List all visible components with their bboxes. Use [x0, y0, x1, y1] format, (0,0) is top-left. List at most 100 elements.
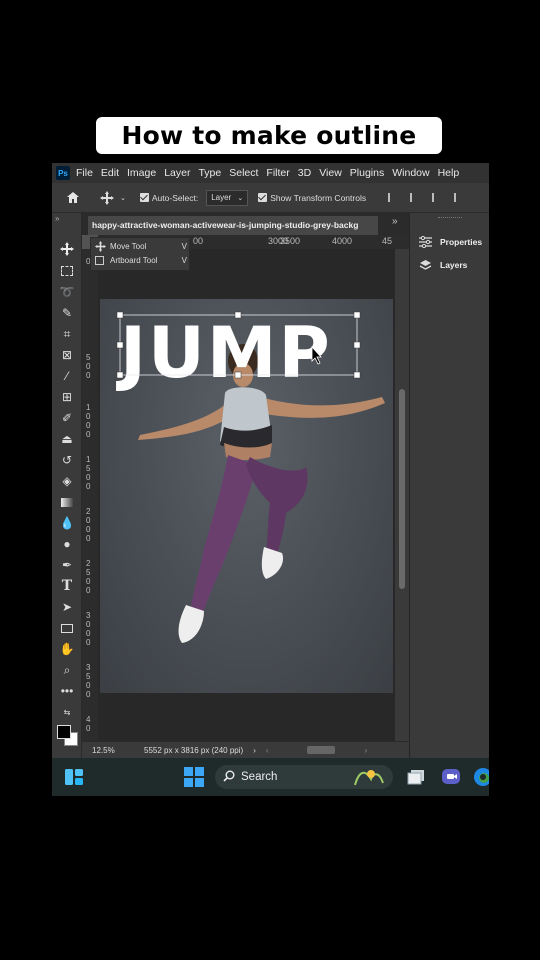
ruler-tick: 5 0 0: [86, 353, 91, 380]
pen-tool-icon[interactable]: ✒: [59, 557, 75, 573]
layers-panel-button[interactable]: Layers: [418, 258, 467, 272]
move-tool-options-icon[interactable]: ⌄: [100, 190, 126, 205]
expand-panel-icon[interactable]: »: [55, 214, 59, 223]
menu-type[interactable]: Type: [198, 167, 221, 179]
ruler-tick: 2 0 0 0: [86, 507, 91, 543]
clone-stamp-tool-icon[interactable]: ⏏: [59, 431, 75, 447]
transform-handle[interactable]: [116, 311, 124, 319]
transform-handle[interactable]: [234, 371, 242, 379]
hand-tool-icon[interactable]: ✋: [59, 641, 75, 657]
menu-help[interactable]: Help: [438, 167, 460, 179]
auto-select-checkbox[interactable]: [139, 193, 149, 202]
healing-brush-tool-icon[interactable]: ⊞: [59, 389, 75, 405]
transform-handle[interactable]: [116, 341, 124, 349]
more-tools-icon[interactable]: •••: [59, 683, 75, 699]
properties-panel-button[interactable]: Properties: [418, 235, 482, 249]
eraser-tool-icon[interactable]: ◈: [59, 473, 75, 489]
start-windows-icon[interactable]: [184, 767, 204, 787]
layers-icon: [418, 258, 432, 272]
transform-handle[interactable]: [116, 371, 124, 379]
document-tab[interactable]: happy-attractive-woman-activewear-is-jum…: [88, 216, 378, 235]
zoom-tool-icon[interactable]: ⌕: [59, 662, 75, 678]
lasso-tool-icon[interactable]: ➰: [59, 284, 75, 300]
task-view-icon[interactable]: [406, 767, 426, 787]
transform-handle[interactable]: [353, 341, 361, 349]
horizontal-scroll-thumb[interactable]: [306, 746, 335, 754]
menu-edit[interactable]: Edit: [101, 167, 119, 179]
ruler-tick: 4000: [332, 236, 353, 246]
blur-tool-icon[interactable]: 💧: [59, 515, 75, 531]
scrollbar-thumb[interactable]: [399, 389, 405, 589]
move-tool-icon[interactable]: [59, 241, 75, 257]
canvas-jump-text[interactable]: JUMP: [116, 312, 332, 394]
jump-text-layer[interactable]: JUMP: [98, 249, 395, 758]
menu-window[interactable]: Window: [392, 167, 429, 179]
gradient-tool-icon[interactable]: [59, 494, 75, 510]
menu-plugins[interactable]: Plugins: [350, 167, 384, 179]
panel-grip[interactable]: [438, 217, 462, 220]
transform-handle[interactable]: [234, 311, 242, 319]
show-transform-checkbox[interactable]: [258, 193, 268, 202]
windows-taskbar: Search: [52, 758, 489, 796]
search-label: Search: [241, 771, 278, 783]
foreground-color-swatch[interactable]: [57, 725, 71, 739]
right-panel-dock: Properties Layers: [409, 213, 489, 758]
align-center-icon[interactable]: [410, 193, 419, 202]
menu-layer[interactable]: Layer: [164, 167, 190, 179]
edge-browser-icon[interactable]: [473, 767, 489, 787]
zoom-level[interactable]: 12.5%: [92, 746, 132, 755]
ruler-tick: 4 0: [86, 715, 91, 733]
home-icon[interactable]: [64, 189, 82, 207]
align-top-icon[interactable]: [454, 193, 463, 202]
taskbar-search[interactable]: Search: [215, 765, 393, 789]
dodge-tool-icon[interactable]: ●: [59, 536, 75, 552]
swap-colors-icon[interactable]: ⇆: [59, 704, 75, 720]
menu-select[interactable]: Select: [229, 167, 258, 179]
menu-3d[interactable]: 3D: [298, 167, 311, 179]
flyout-shortcut: V: [181, 256, 187, 265]
frame-tool-icon[interactable]: ⊠: [59, 347, 75, 363]
align-buttons: [388, 193, 463, 202]
history-brush-tool-icon[interactable]: ↺: [59, 452, 75, 468]
chevron-right-icon[interactable]: ›: [253, 746, 256, 755]
menu-image[interactable]: Image: [127, 167, 156, 179]
eyedropper-tool-icon[interactable]: ⁄: [59, 368, 75, 384]
ruler-tick: 3 5 0 0: [86, 663, 91, 699]
align-right-icon[interactable]: [432, 193, 441, 202]
menu-file[interactable]: File: [76, 167, 93, 179]
search-icon: [223, 770, 235, 785]
move-tool-icon: [95, 241, 106, 252]
canvas-area[interactable]: JUMP: [98, 249, 395, 758]
scroll-left-icon[interactable]: ‹: [266, 746, 269, 755]
transform-handle[interactable]: [353, 371, 361, 379]
teams-chat-icon[interactable]: [441, 767, 461, 787]
tools-panel: » ➰ ✎ ⌗ ⊠ ⁄ ⊞ ✐ ⏏ ↺ ◈ 💧 ● ✒ T ➤ ✋ ⌕ ••• …: [52, 213, 82, 758]
widgets-icon[interactable]: [64, 767, 84, 787]
vertical-scrollbar[interactable]: [395, 249, 409, 758]
type-tool-icon[interactable]: T: [59, 578, 75, 594]
properties-icon: [418, 235, 432, 249]
quick-selection-tool-icon[interactable]: ✎: [59, 305, 75, 321]
menu-view[interactable]: View: [319, 167, 342, 179]
chevron-right-double-icon[interactable]: »: [392, 216, 398, 227]
menu-filter[interactable]: Filter: [266, 167, 289, 179]
align-left-icon[interactable]: [388, 193, 397, 202]
scroll-right-icon[interactable]: ›: [365, 746, 368, 755]
ruler-tick: 45: [382, 236, 393, 246]
chevron-down-icon: ⌄: [237, 194, 244, 202]
transform-handle[interactable]: [353, 311, 361, 319]
chevron-down-icon: ⌄: [120, 194, 126, 202]
flyout-label: Artboard Tool: [110, 256, 158, 265]
auto-select-dropdown[interactable]: Layer ⌄: [206, 189, 249, 206]
video-caption: How to make outline text: [96, 117, 442, 187]
path-selection-tool-icon[interactable]: ➤: [59, 599, 75, 615]
flyout-item-move-tool[interactable]: Move Tool V: [95, 241, 187, 252]
flyout-item-artboard-tool[interactable]: Artboard Tool V: [95, 256, 187, 265]
ruler-vertical: 0 5 0 0 1 0 0 0 1 5 0 0 2 0 0 0 2 5 0 0 …: [82, 249, 98, 758]
marquee-tool-icon[interactable]: [59, 263, 75, 279]
rectangle-tool-icon[interactable]: [59, 620, 75, 636]
brush-tool-icon[interactable]: ✐: [59, 410, 75, 426]
ruler-tick: 1 0 0 0: [86, 403, 91, 439]
layers-label: Layers: [440, 260, 468, 270]
crop-tool-icon[interactable]: ⌗: [59, 326, 75, 342]
